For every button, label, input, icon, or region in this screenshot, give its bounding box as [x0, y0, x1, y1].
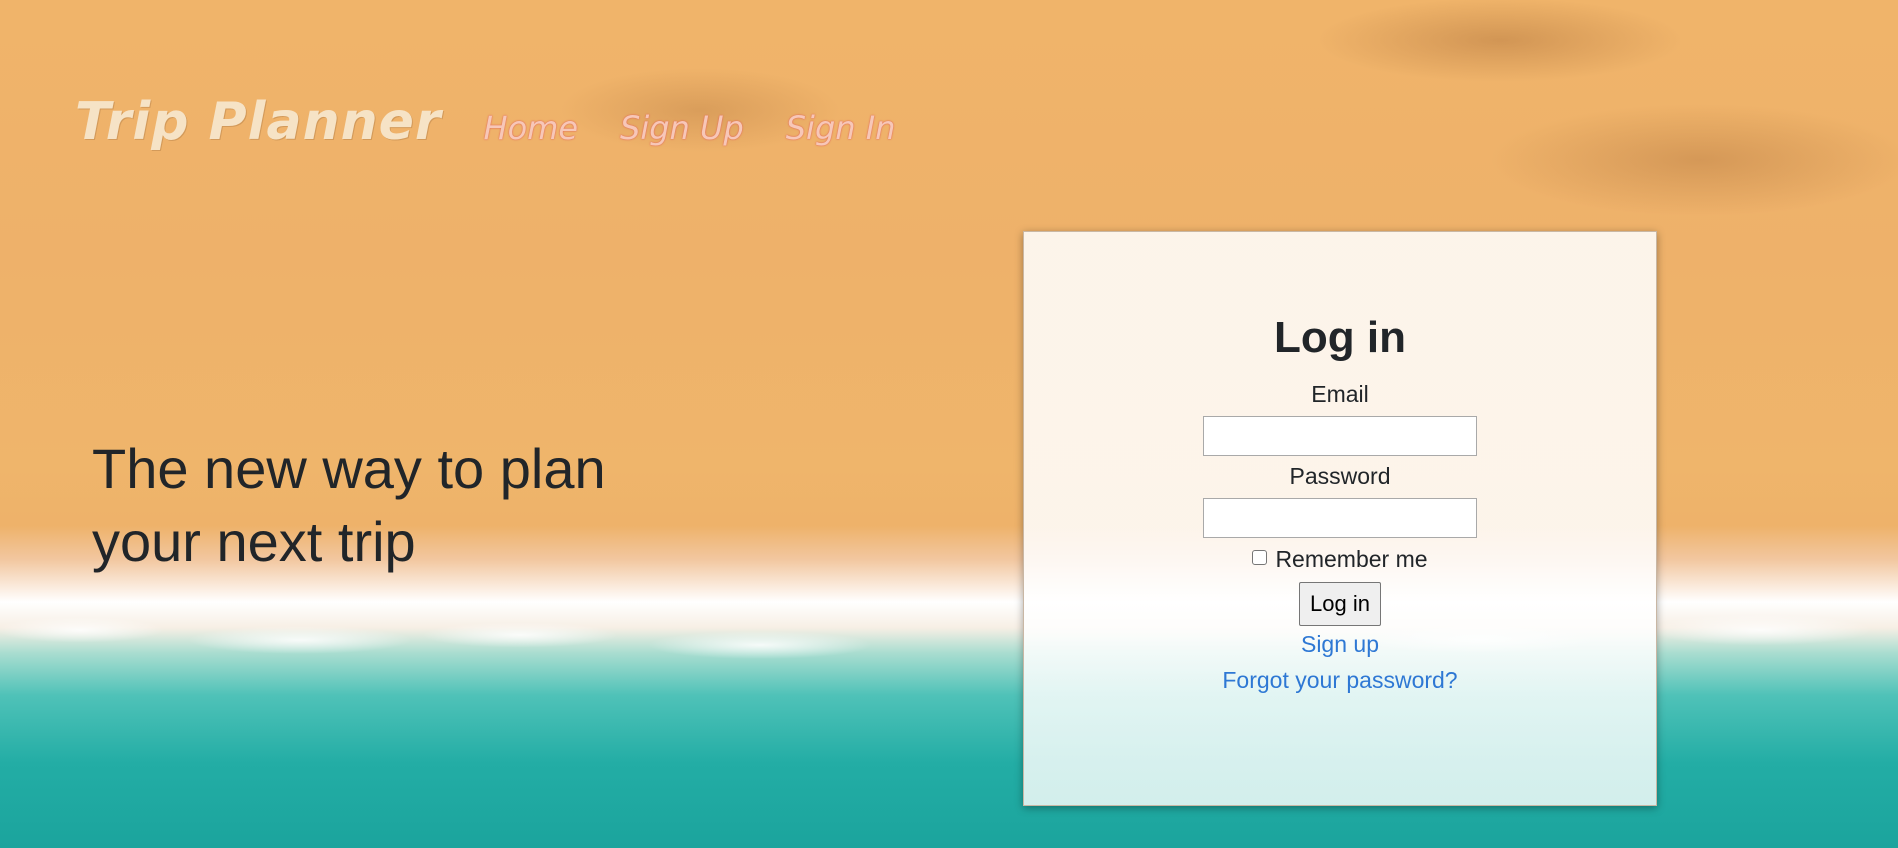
brand-logo[interactable]: Trip Planner	[75, 92, 442, 152]
login-button[interactable]: Log in	[1299, 582, 1381, 626]
email-field[interactable]	[1203, 416, 1477, 456]
hero-headline: The new way to plan your next trip	[92, 437, 606, 573]
remember-me-row: Remember me	[1024, 544, 1656, 574]
forgot-password-link[interactable]: Forgot your password?	[1024, 664, 1656, 696]
nav-link-home[interactable]: Home	[484, 109, 579, 147]
login-card: Log in Email Password Remember me Log in…	[1023, 231, 1657, 806]
sign-up-link[interactable]: Sign up	[1024, 628, 1656, 660]
nav-link-sign-up[interactable]: Sign Up	[620, 109, 744, 147]
password-field[interactable]	[1203, 498, 1477, 538]
top-navbar: Trip Planner Home Sign Up Sign In	[75, 92, 895, 152]
password-label: Password	[1289, 463, 1391, 489]
email-label: Email	[1311, 381, 1369, 407]
remember-me-label[interactable]: Remember me	[1275, 544, 1427, 574]
login-title: Log in	[1274, 313, 1406, 362]
nav-link-sign-in[interactable]: Sign In	[786, 109, 896, 147]
remember-me-checkbox[interactable]	[1252, 549, 1268, 565]
